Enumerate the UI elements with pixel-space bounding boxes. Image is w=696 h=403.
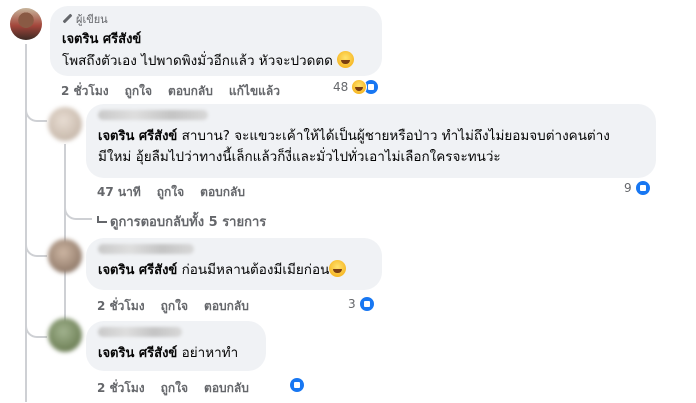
- reply-text-content: ก่อนมีหลานต้องมีเมียก่อน: [181, 262, 330, 278]
- reply-text: เจตริน ศรีสังข์ ก่อนมีหลานต้องมีเมียก่อน: [98, 260, 370, 281]
- thread-elbow: [64, 200, 92, 220]
- comment-text: โพสถึงตัวเอง ไปพาดพิงมั่วอีกแล้ว หัวจะปว…: [62, 51, 370, 71]
- like-reaction-icon: [634, 180, 651, 196]
- reply-text: เจตริน ศรีสังข์ สาบาน? จะแขวะเค้าให้ได้เ…: [98, 126, 644, 167]
- mentioned-author[interactable]: เจตริน ศรีสังข์: [98, 346, 177, 361]
- reaction-summary[interactable]: 3: [348, 296, 375, 312]
- redacted-name: [98, 244, 194, 254]
- reply-button[interactable]: ตอบกลับ: [200, 183, 245, 202]
- like-button[interactable]: ถูกใจ: [157, 183, 184, 202]
- reply-text-content: อย่าหาทำ: [181, 345, 239, 361]
- thread-line: [25, 44, 27, 402]
- reply-time[interactable]: 2 ชั่วโมง: [97, 297, 145, 316]
- like-button[interactable]: ถูกใจ: [161, 297, 188, 316]
- reply-bubble: เจตริน ศรีสังข์ อย่าหาทำ: [86, 321, 266, 371]
- reply-text: เจตริน ศรีสังข์ อย่าหาทำ: [98, 343, 254, 364]
- comment-actions: 2 ชั่วโมง ถูกใจ ตอบกลับ แก้ไขแล้ว: [61, 82, 296, 101]
- thread-elbow: [25, 100, 47, 122]
- reply-button[interactable]: ตอบกลับ: [204, 379, 249, 398]
- comment-bubble: ผู้เขียน เจตริน ศรีสังข์ โพสถึงตัวเอง ไป…: [50, 6, 382, 76]
- like-reaction-icon: [358, 296, 375, 312]
- author-badge-label: ผู้เขียน: [76, 13, 108, 26]
- thread-elbow: [25, 316, 47, 338]
- reply-time[interactable]: 2 ชั่วโมง: [97, 379, 145, 398]
- mentioned-author[interactable]: เจตริน ศรีสังข์: [98, 129, 177, 144]
- reply-avatar[interactable]: [48, 239, 82, 273]
- author-badge: ผู้เขียน: [62, 12, 370, 26]
- reply-time[interactable]: 47 นาที: [97, 183, 141, 202]
- like-button[interactable]: ถูกใจ: [125, 82, 152, 101]
- reply-button[interactable]: ตอบกลับ: [204, 297, 249, 316]
- comment-author-name[interactable]: เจตริน ศรีสังข์: [62, 28, 370, 49]
- reply-avatar[interactable]: [48, 107, 82, 141]
- edited-label[interactable]: แก้ไขแล้ว: [229, 82, 280, 101]
- grin-emoji-icon: [329, 260, 347, 277]
- reaction-summary[interactable]: 9: [624, 180, 651, 196]
- reply-bubble: เจตริน ศรีสังข์ ก่อนมีหลานต้องมีเมียก่อน: [86, 238, 382, 290]
- reply-avatar[interactable]: [48, 318, 82, 352]
- redacted-name: [98, 327, 182, 337]
- mentioned-author[interactable]: เจตริน ศรีสังข์: [98, 263, 177, 278]
- reply-button[interactable]: ตอบกลับ: [168, 82, 213, 101]
- reply-actions: 47 นาที ถูกใจ ตอบกลับ: [97, 183, 261, 202]
- pen-icon: [62, 14, 72, 24]
- reaction-summary[interactable]: 48: [333, 79, 380, 95]
- comment-text-content: โพสถึงตัวเอง ไปพาดพิงมั่วอีกแล้ว หัวจะปว…: [62, 53, 333, 69]
- redacted-name: [98, 110, 208, 120]
- like-reaction-icon: [289, 377, 305, 393]
- reply-actions: 2 ชั่วโมง ถูกใจ ตอบกลับ: [97, 297, 265, 316]
- reaction-summary[interactable]: [289, 377, 305, 393]
- comment-time[interactable]: 2 ชั่วโมง: [61, 82, 109, 101]
- reaction-count: 9: [624, 181, 632, 195]
- reaction-count: 48: [333, 80, 349, 94]
- reply-actions: 2 ชั่วโมง ถูกใจ ตอบกลับ: [97, 379, 265, 398]
- sweat-smile-emoji-icon: [337, 51, 355, 68]
- view-replies-label: ดูการตอบกลับทั้ง 5 รายการ: [110, 215, 267, 230]
- thread-elbow: [25, 235, 47, 257]
- reply-text-line2: มีใหม่ อุ้ยลืมไปว่าทางนี้เล็กแล้วก็งี่แล…: [98, 149, 501, 165]
- author-avatar[interactable]: [10, 8, 42, 40]
- reply-bubble: เจตริน ศรีสังข์ สาบาน? จะแขวะเค้าให้ได้เ…: [86, 104, 656, 178]
- view-all-replies-link[interactable]: ดูการตอบกลับทั้ง 5 รายการ: [97, 211, 266, 232]
- reply-text-line1: สาบาน? จะแขวะเค้าให้ได้เป็นผู้ชายหรือป่า…: [181, 128, 610, 144]
- like-button[interactable]: ถูกใจ: [161, 379, 188, 398]
- reaction-count: 3: [348, 297, 356, 311]
- reply-arrow-icon: [97, 216, 107, 223]
